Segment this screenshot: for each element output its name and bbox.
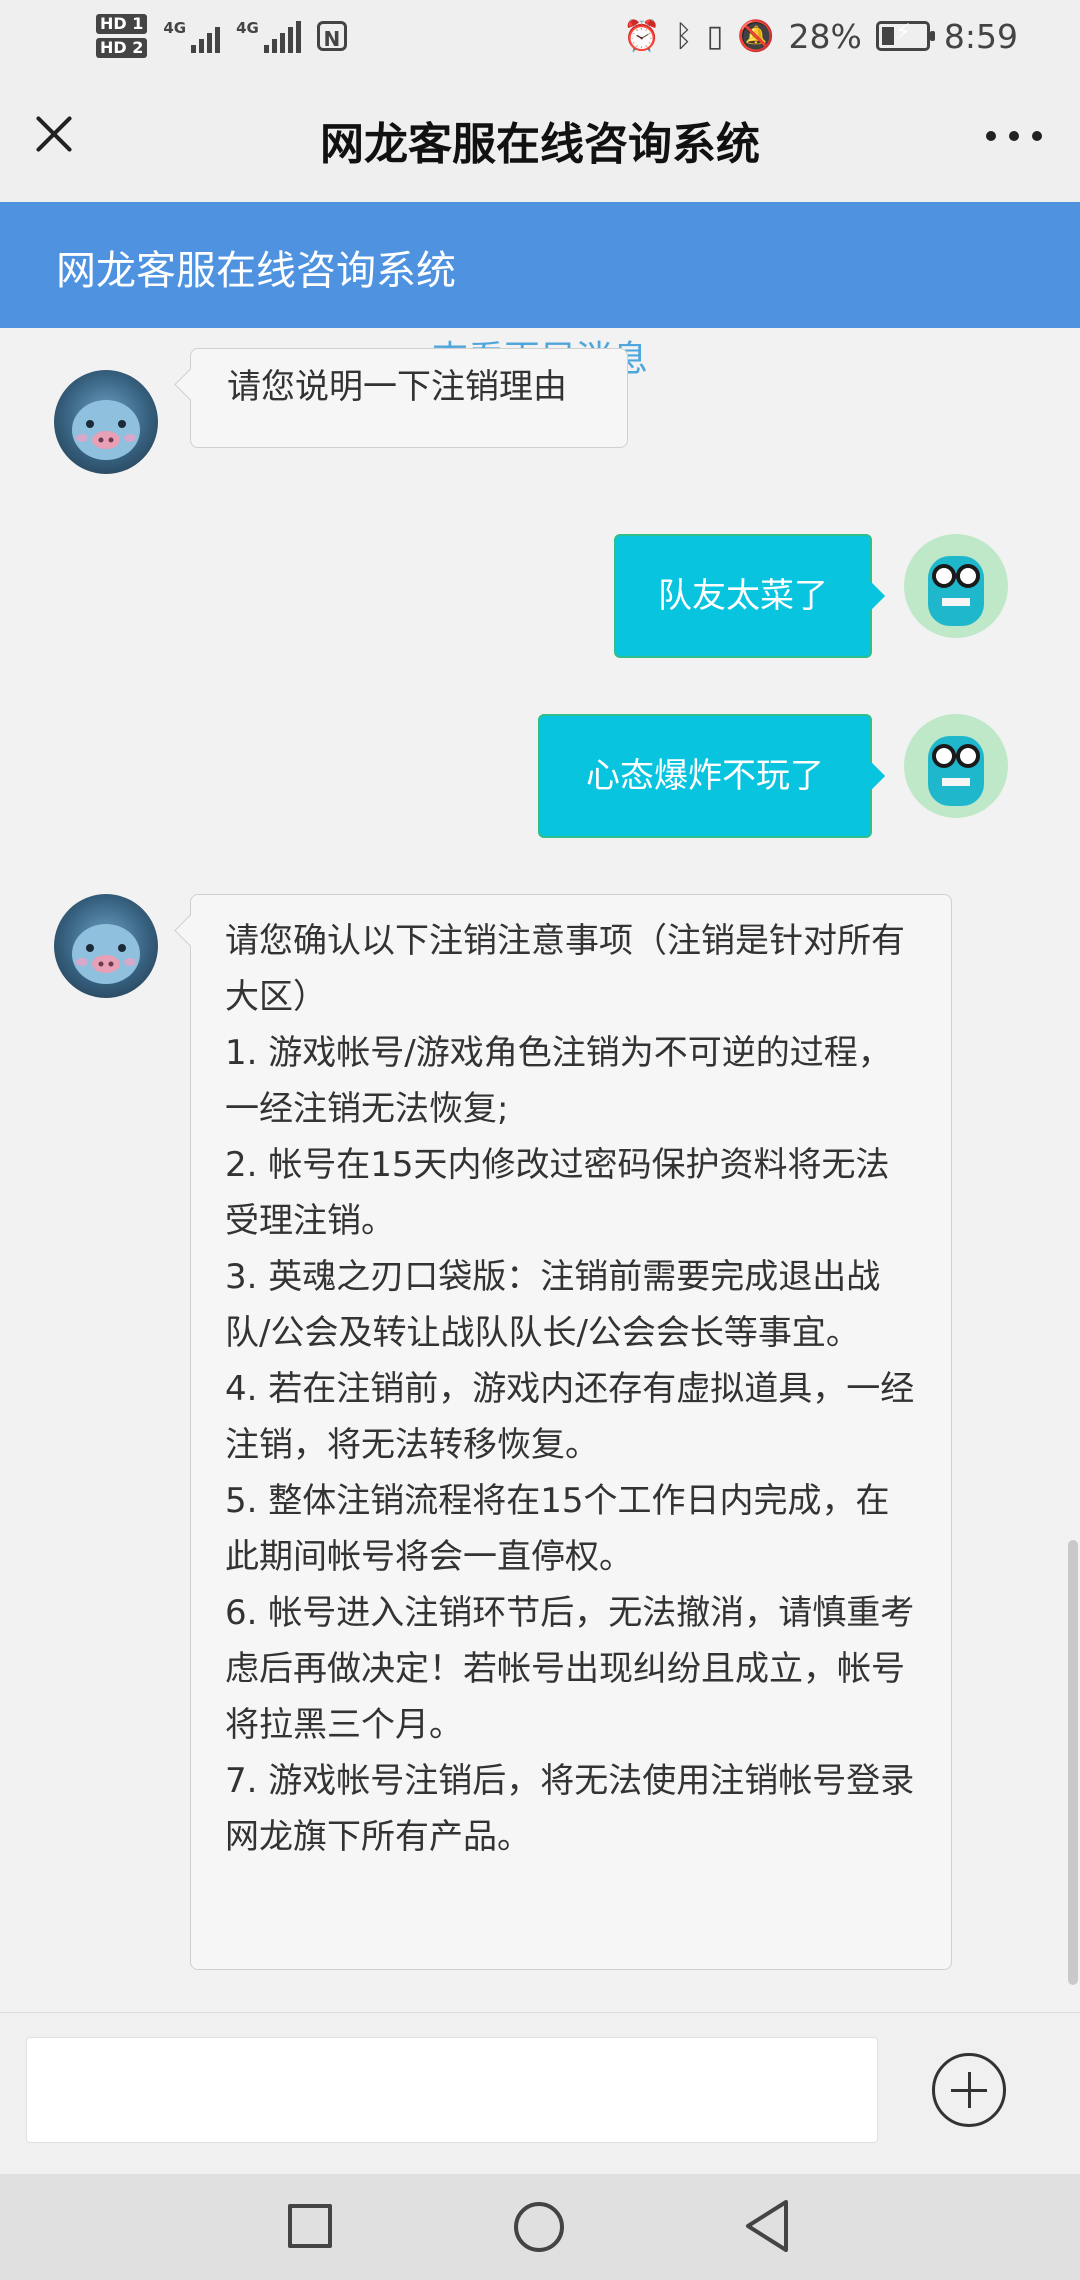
- user-avatar: [904, 714, 1008, 818]
- back-icon[interactable]: [742, 2198, 792, 2254]
- message-text: 队友太菜了: [658, 576, 828, 616]
- agent-message-bubble: 请您说明一下注销理由: [190, 348, 628, 448]
- notice-item-7: 7. 游戏帐号注销后，将无法使用注销帐号登录网龙旗下所有产品。: [225, 1761, 915, 1857]
- status-bar: HD 1 HD 2 4G 4G N ⏰ ᛒ ▯ 🔕 28% ⚡ 8:59: [0, 0, 1080, 72]
- message-input[interactable]: [26, 2037, 878, 2143]
- user-message-bubble: 心态爆炸不玩了: [538, 714, 872, 838]
- nfc-icon: N: [316, 21, 347, 51]
- notice-item-2: 2. 帐号在15天内修改过密码保护资料将无法受理注销。: [225, 1145, 890, 1241]
- notice-item-4: 4. 若在注销前，游戏内还存有虚拟道具，一经注销，将无法转移恢复。: [225, 1369, 915, 1465]
- vibrate-icon: ▯: [706, 18, 724, 54]
- agent-avatar: [54, 370, 158, 474]
- notice-item-5: 5. 整体注销流程将在15个工作日内完成，在此期间帐号将会一直停权。: [225, 1481, 890, 1577]
- alarm-icon: ⏰: [623, 18, 661, 54]
- hd2-badge: HD 2: [96, 38, 148, 58]
- user-message-bubble: 队友太菜了: [614, 534, 872, 658]
- agent-avatar: [54, 894, 158, 998]
- notice-item-6: 6. 帐号进入注销环节后，无法撤消，请慎重考虑后再做决定！若帐号出现纠纷且成立，…: [225, 1593, 915, 1745]
- service-header: 网龙客服在线咨询系统: [0, 202, 1080, 328]
- status-right: ⏰ ᛒ ▯ 🔕 28% ⚡ 8:59: [623, 8, 1018, 64]
- notice-item-1: 1. 游戏帐号/游戏角色注销为不可逆的过程，一经注销无法恢复;: [225, 1033, 892, 1129]
- agent-notice-bubble: 请您确认以下注销注意事项（注销是针对所有大区） 1. 游戏帐号/游戏角色注销为不…: [190, 894, 952, 1970]
- chat-scrollbar[interactable]: [1068, 1540, 1078, 1985]
- mute-icon: 🔕: [737, 18, 775, 54]
- chat-area[interactable]: 查看更早消息 请您说明一下注销理由 队友太菜了 心态爆炸不玩了: [0, 328, 1080, 2008]
- service-title: 网龙客服在线咨询系统: [56, 248, 456, 294]
- input-bar: [0, 2012, 1080, 2175]
- battery-icon: ⚡: [875, 20, 935, 51]
- recent-apps-icon[interactable]: [288, 2204, 332, 2248]
- notice-intro: 请您确认以下注销注意事项（注销是针对所有大区）: [225, 921, 905, 1017]
- clock: 8:59: [943, 16, 1018, 56]
- page-title: 网龙客服在线咨询系统: [320, 119, 760, 170]
- notice-item-3: 3. 英魂之刃口袋版：注销前需要完成退出战队/公会及转让战队队长/公会会长等事宜…: [225, 1257, 881, 1353]
- battery-percent: 28%: [788, 16, 862, 56]
- signal-2-icon: 4G: [236, 19, 301, 53]
- signal-1-icon: 4G: [163, 19, 221, 53]
- home-icon[interactable]: [514, 2202, 564, 2252]
- user-avatar: [904, 534, 1008, 638]
- more-icon[interactable]: [986, 126, 1042, 146]
- hd1-badge: HD 1: [96, 14, 148, 34]
- system-nav-bar: [0, 2174, 1080, 2280]
- message-text: 心态爆炸不玩了: [586, 756, 824, 796]
- plus-circle-icon[interactable]: [932, 2053, 1006, 2127]
- status-left: HD 1 HD 2 4G 4G N: [96, 8, 347, 64]
- bluetooth-icon: ᛒ: [674, 18, 693, 54]
- title-bar: 网龙客服在线咨询系统: [0, 72, 1080, 203]
- message-text: 请您说明一下注销理由: [227, 367, 567, 407]
